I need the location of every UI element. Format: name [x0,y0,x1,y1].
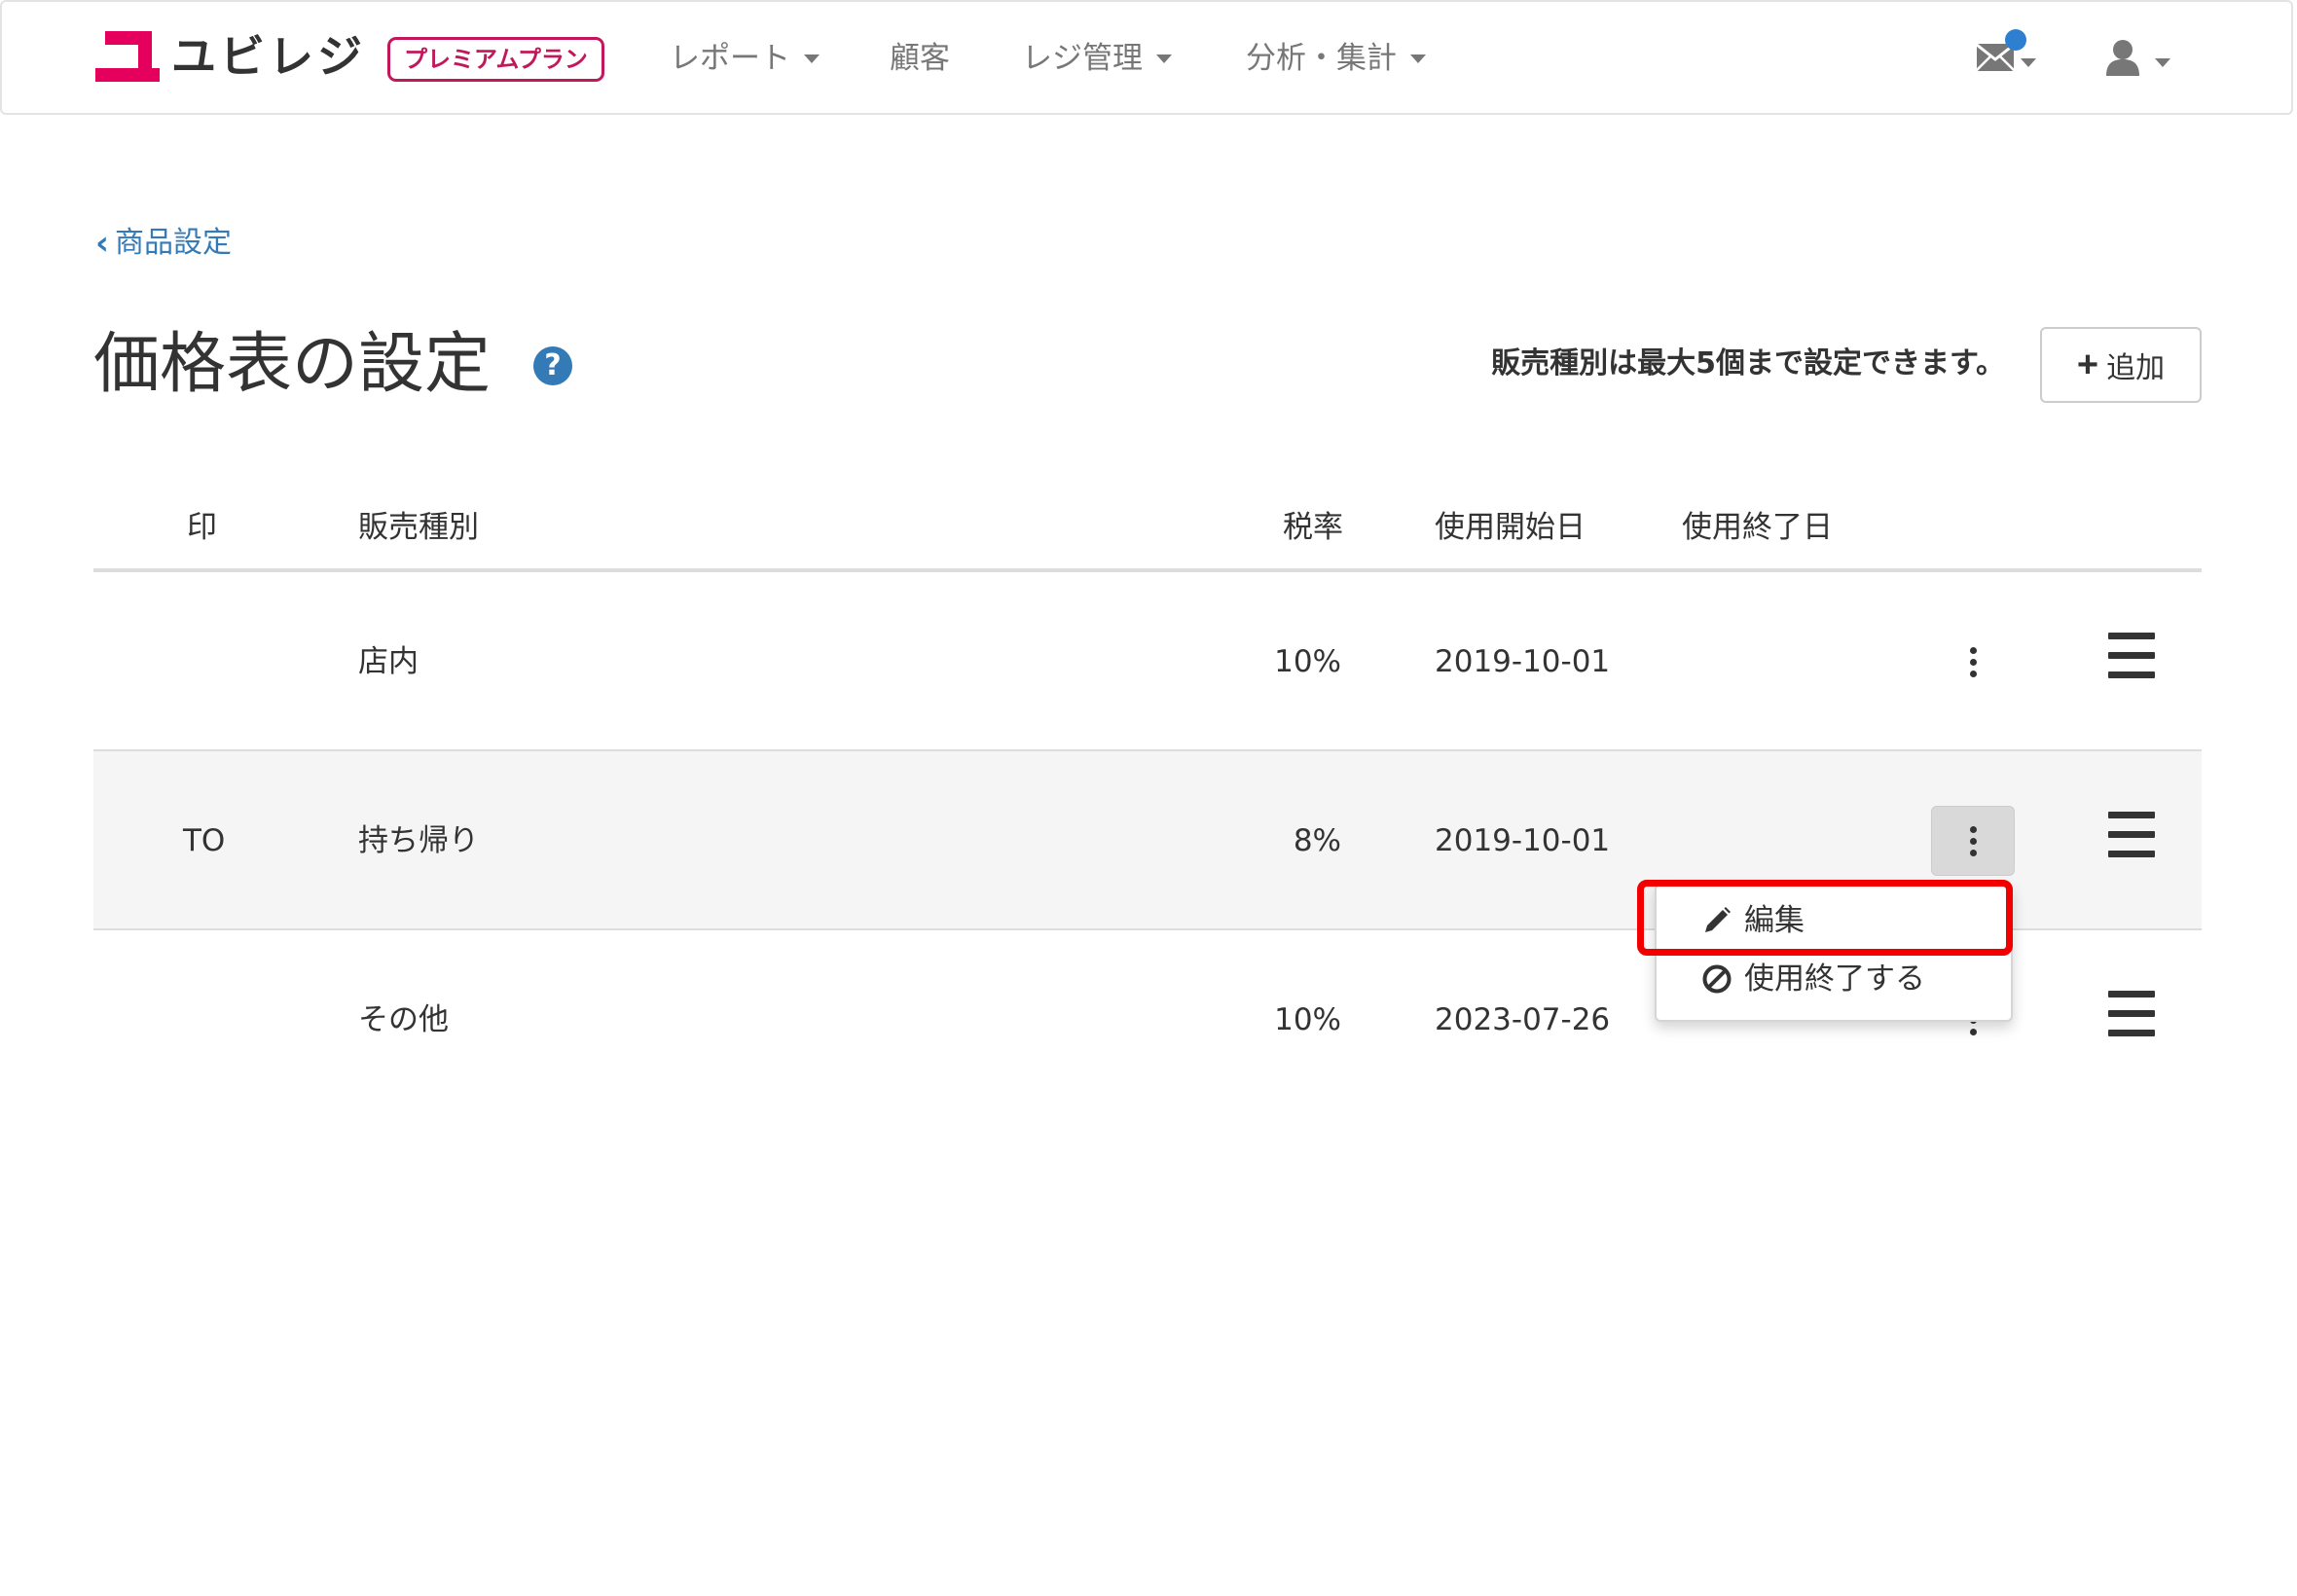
logo-mark-icon [95,31,160,82]
user-menu[interactable] [2104,37,2172,80]
help-icon[interactable]: ? [533,346,572,385]
top-navbar: ユビレジ プレミアムプラン レポート 顧客 レジ管理 分析・集計 [0,0,2293,115]
menu-item-end-use-label: 使用終了する [1744,961,1925,997]
chevron-left-icon: ‹ [95,224,110,263]
column-header-tax-rate: 税率 [1283,510,1343,545]
highlight-box [1637,880,2013,956]
column-header-mark: 印 [187,510,217,545]
caret-down-icon [804,54,820,63]
app-logo[interactable]: ユビレジ [95,31,366,82]
caret-down-icon [1410,54,1426,63]
add-button-label: 追加 [2106,352,2166,384]
kebab-icon [1969,823,1977,858]
row-actions-button[interactable] [1931,627,2015,697]
drag-handle-icon[interactable] [2108,812,2155,858]
caret-down-icon [2155,58,2170,67]
plan-badge: プレミアムプラン [387,37,604,82]
nav-menu-report-label: レポート [670,41,790,76]
notification-dot [2005,29,2026,51]
nav-menu-report[interactable]: レポート [670,37,820,80]
back-link-label: 商品設定 [115,226,233,260]
cell-sales-type: 持ち帰り [358,823,479,858]
nav-menu-customers[interactable]: 顧客 [890,37,950,80]
table-header: 印 販売種別 税率 使用開始日 使用終了日 [93,490,2202,572]
cell-start-date: 2023-07-26 [1435,1002,1611,1037]
ban-icon [1702,964,1732,994]
cell-sales-type: 店内 [358,644,419,679]
nav-menu-analytics-label: 分析・集計 [1246,41,1397,76]
caret-down-icon [2021,58,2036,67]
plus-icon: + [2076,345,2099,385]
cell-start-date: 2019-10-01 [1435,644,1611,679]
nav-menu-register[interactable]: レジ管理 [1022,37,1172,80]
cell-tax-rate: 10% [1274,1002,1341,1037]
cell-tax-rate: 8% [1293,823,1341,858]
messages-menu[interactable] [1976,29,2044,78]
cell-start-date: 2019-10-01 [1435,823,1611,858]
cell-tax-rate: 10% [1274,644,1341,679]
kebab-icon [1969,644,1977,679]
column-header-end-date: 使用終了日 [1682,510,1833,545]
cell-sales-type: その他 [358,1002,449,1037]
cell-mark: TO [183,823,226,858]
caret-down-icon [1156,54,1172,63]
column-header-sales-type: 販売種別 [358,510,479,545]
page-title: 価格表の設定 [93,326,492,403]
nav-menu-register-label: レジ管理 [1022,41,1143,76]
menu-item-end-use[interactable]: 使用終了する [1701,958,1925,1000]
table-row: 店内 10% 2019-10-01 [93,572,2202,751]
limit-note: 販売種別は最大5個まで設定できます。 [1491,346,2005,381]
drag-handle-icon[interactable] [2108,633,2155,679]
back-link-product-settings[interactable]: ‹ 商品設定 [95,222,232,265]
column-header-start-date: 使用開始日 [1435,510,1586,545]
nav-menu-analytics[interactable]: 分析・集計 [1246,37,1426,80]
user-icon [2106,40,2139,76]
nav-menu-customers-label: 顧客 [890,41,950,76]
logo-text: ユビレジ [171,30,366,83]
drag-handle-icon[interactable] [2108,991,2155,1037]
row-actions-button[interactable] [1931,806,2015,876]
add-button[interactable]: + 追加 [2040,327,2202,403]
